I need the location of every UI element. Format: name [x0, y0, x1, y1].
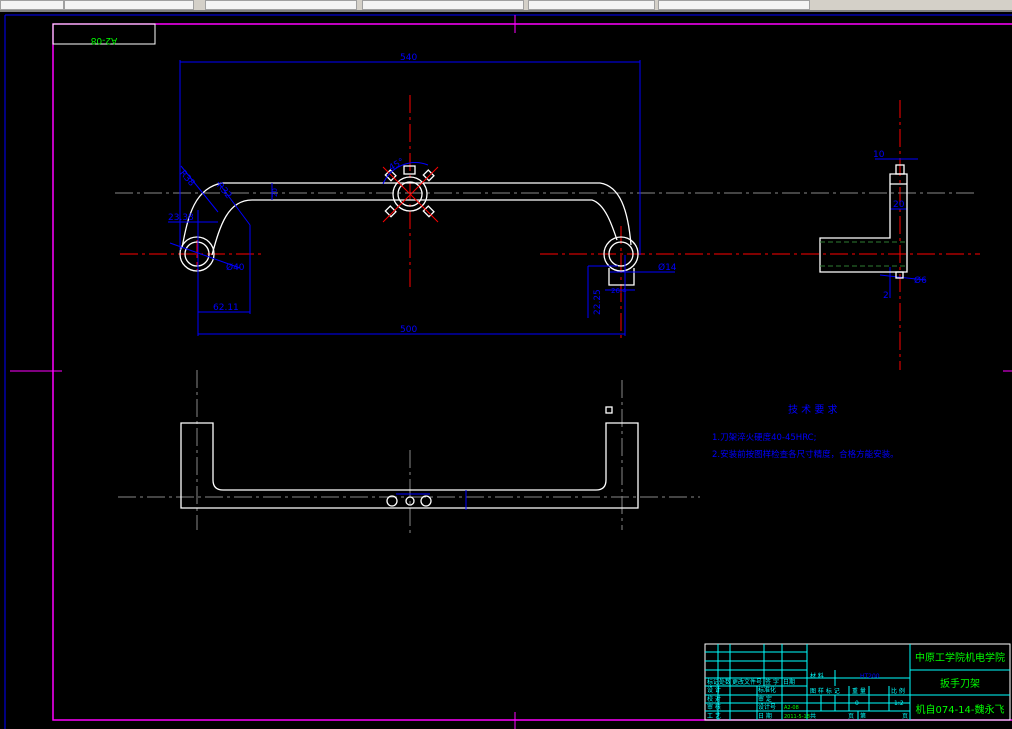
tech-req-line: 2.安装前按图样检查各尺寸精度，合格方能安装。	[712, 449, 899, 460]
dimension-texts: 540 500 R38 R32 20 23.38 62.11 Ø40 45° Ø…	[168, 53, 927, 335]
role-label: 审 定	[758, 695, 772, 703]
role-label: 工 艺	[707, 712, 721, 720]
sheet-code: A2-08	[90, 35, 117, 45]
technical-requirements: 技 术 要 求 1.刀架淬火硬度40-45HRC; 2.安装前按图样检查各尺寸精…	[712, 403, 899, 460]
sheet-label: 共	[810, 712, 816, 720]
rev-header: 日期	[783, 678, 795, 686]
dim-offset-x: 62.11	[213, 303, 239, 313]
centerlines	[120, 95, 980, 370]
col-header: 重 量	[852, 687, 866, 695]
weight-value: 0	[855, 700, 859, 707]
dim-offset: 23.38	[168, 213, 194, 223]
dim-thickness: 20	[271, 188, 279, 197]
sheet-label: 页	[848, 713, 854, 720]
part-top-view	[179, 165, 639, 286]
rev-header: 处数	[719, 678, 731, 686]
role-label: 审 核	[707, 703, 721, 711]
code-value: A2-08	[784, 705, 799, 711]
col-header: 图 样 标 记	[810, 687, 840, 695]
role-label: 校 对	[707, 695, 721, 703]
dim-slot-depth: 22.25	[593, 289, 603, 315]
role-label: 日 期	[758, 712, 772, 720]
dim-540: 540	[400, 53, 417, 63]
dim-side-top: 10	[873, 150, 885, 160]
col-header: 比 例	[891, 687, 905, 695]
sheet-label: 第	[860, 712, 866, 720]
part-name: 扳手刀架	[940, 677, 980, 690]
role-label: 设 计	[707, 686, 721, 694]
rev-header: 字	[773, 678, 779, 686]
drawing-canvas[interactable]: A2-08 540 500 R38 R32 20 23.38 62.11 Ø40…	[0, 0, 1012, 729]
dim-side-gap: 2	[883, 291, 889, 301]
material-label: 材 料	[810, 672, 824, 680]
dim-side-hole: Ø6	[914, 275, 927, 286]
scale-value: 1:2	[894, 700, 904, 707]
material-value: HT200	[860, 673, 880, 680]
dim-side-width: 20	[893, 200, 905, 210]
role-label: 设计号	[758, 703, 776, 711]
rev-header: 签	[765, 678, 771, 686]
rev-header: 更改文件号	[732, 678, 762, 686]
dim-slot-dia: Ø14	[658, 262, 677, 273]
dim-hole-dia: Ø40	[226, 262, 245, 273]
tech-req-line: 1.刀架淬火硬度40-45HRC;	[712, 432, 816, 443]
rev-header: 标记	[707, 678, 719, 686]
dim-slot-width: 26.4	[611, 287, 627, 295]
date-value: 2011-5-18	[784, 714, 810, 720]
part-side-view	[819, 164, 908, 279]
drawing-number: 机自074-14-魏永飞	[915, 703, 1004, 716]
dimension-lines	[168, 60, 926, 336]
tech-req-title: 技 术 要 求	[788, 403, 838, 416]
centerlines-gray	[115, 192, 975, 535]
role-label: 标准化	[758, 686, 776, 694]
school-name: 中原工学院机电学院	[915, 651, 1005, 664]
sheet-label: 页	[902, 713, 908, 720]
dim-500: 500	[400, 325, 417, 335]
